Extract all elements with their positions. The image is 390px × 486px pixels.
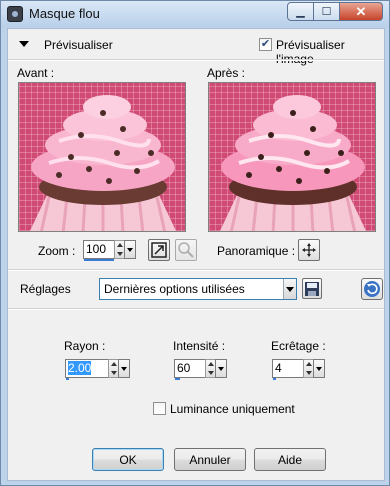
checkmark-icon: ✔ (260, 38, 271, 50)
app-icon (7, 6, 23, 22)
zoom-input[interactable]: 100 (83, 240, 115, 261)
settings-label: Réglages (20, 282, 71, 296)
radius-slider-bar[interactable] (66, 378, 69, 380)
clip-value: 4 (275, 361, 282, 375)
preset-value: Dernières options utilisées (104, 282, 245, 296)
after-preview-image[interactable] (208, 82, 376, 232)
reset-arrow-icon (364, 281, 380, 297)
preview-image-label[interactable]: Prévisualiser l'image (276, 38, 384, 66)
divider (8, 269, 384, 271)
close-icon: ✕ (355, 3, 367, 19)
clip-slider-bar[interactable] (273, 378, 276, 380)
maximize-button[interactable]: ☐ (314, 2, 340, 21)
luminance-label[interactable]: Luminance uniquement (170, 402, 295, 416)
preview-toggle-label[interactable]: Prévisualiser (44, 38, 113, 52)
clip-input[interactable]: 4 (272, 359, 304, 380)
window-controls: ▁ ☐ ✕ (287, 2, 383, 21)
divider (8, 308, 384, 310)
radius-label: Rayon : (64, 339, 106, 353)
ok-button[interactable]: OK (92, 448, 164, 471)
luminance-checkbox[interactable] (153, 402, 166, 415)
dialog-window: Masque flou ▁ ☐ ✕ Prévisualiser ✔ Prévis… (0, 0, 390, 486)
intensity-value: 60 (177, 361, 191, 375)
intensity-dropdown-button[interactable] (215, 359, 227, 378)
preview-image-checkbox[interactable]: ✔ (259, 38, 272, 51)
title-bar[interactable]: Masque flou ▁ ☐ ✕ (1, 1, 389, 27)
zoom-slider-bar[interactable] (84, 259, 114, 261)
save-preset-button[interactable] (302, 278, 322, 299)
before-label: Avant : (17, 66, 55, 80)
cupcake-image (219, 95, 367, 231)
minimize-icon: ▁ (296, 6, 305, 18)
preset-dropdown-button[interactable] (283, 279, 296, 299)
intensity-slider-bar[interactable] (175, 378, 180, 380)
preview-header: Prévisualiser ✔ Prévisualiser l'image (8, 29, 384, 66)
radius-value: 2.00 (68, 361, 92, 375)
magnifier-icon (178, 242, 194, 258)
fit-window-icon (151, 242, 167, 258)
reset-button[interactable] (361, 278, 383, 300)
pan-button[interactable] (298, 239, 320, 261)
pan-label: Panoramique : (217, 244, 296, 258)
zoom-label: Zoom : (38, 244, 76, 258)
clip-label: Ecrêtage : (271, 339, 326, 353)
before-preview-image[interactable] (18, 82, 186, 232)
window-title: Masque flou (29, 6, 100, 21)
zoom-value: 100 (86, 242, 107, 256)
radius-input[interactable]: 2.00 (65, 359, 109, 380)
help-button[interactable]: Aide (254, 448, 326, 471)
dialog-content: Prévisualiser ✔ Prévisualiser l'image Av… (7, 28, 385, 481)
cupcake-image (29, 95, 177, 231)
maximize-icon: ☐ (321, 6, 332, 18)
save-disk-icon (305, 282, 319, 296)
fit-zoom-button[interactable] (148, 239, 170, 261)
after-label: Après : (207, 66, 246, 80)
collapse-arrow-icon[interactable] (19, 41, 29, 47)
clip-dropdown-button[interactable] (313, 359, 325, 378)
cancel-button[interactable]: Annuler (174, 448, 246, 471)
minimize-button[interactable]: ▁ (287, 2, 314, 21)
divider (8, 59, 384, 61)
zoom-dropdown-button[interactable] (124, 240, 136, 259)
radius-dropdown-button[interactable] (118, 359, 130, 378)
intensity-label: Intensité : (173, 339, 226, 353)
move-icon (302, 243, 316, 257)
preset-combo[interactable]: Dernières options utilisées (99, 278, 297, 300)
close-button[interactable]: ✕ (340, 2, 383, 21)
actual-size-button[interactable] (175, 239, 197, 261)
intensity-input[interactable]: 60 (174, 359, 206, 380)
